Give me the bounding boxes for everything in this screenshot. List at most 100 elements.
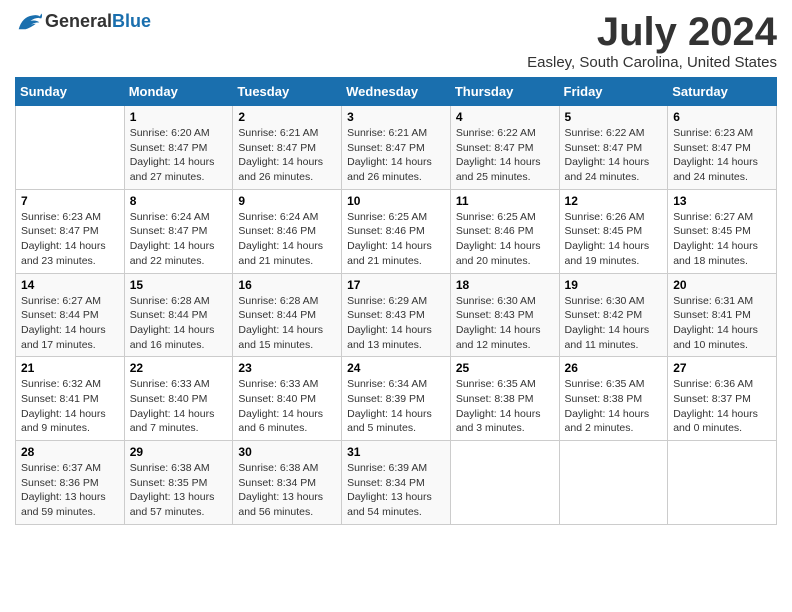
day-info: Sunrise: 6:21 AM Sunset: 8:47 PM Dayligh… <box>238 126 336 185</box>
day-info: Sunrise: 6:25 AM Sunset: 8:46 PM Dayligh… <box>456 210 554 269</box>
day-info: Sunrise: 6:38 AM Sunset: 8:35 PM Dayligh… <box>130 461 228 520</box>
day-number: 26 <box>565 361 663 375</box>
calendar-cell: 1Sunrise: 6:20 AM Sunset: 8:47 PM Daylig… <box>124 106 233 190</box>
calendar-cell: 23Sunrise: 6:33 AM Sunset: 8:40 PM Dayli… <box>233 357 342 441</box>
day-number: 28 <box>21 445 119 459</box>
day-info: Sunrise: 6:23 AM Sunset: 8:47 PM Dayligh… <box>21 210 119 269</box>
day-info: Sunrise: 6:39 AM Sunset: 8:34 PM Dayligh… <box>347 461 445 520</box>
calendar-cell: 16 Sunrise: 6:28 AM Sunset: 8:44 PM Dayli… <box>233 273 342 357</box>
weekday-header-sunday: Sunday <box>16 78 125 106</box>
calendar-cell: 31 Sunrise: 6:39 AM Sunset: 8:34 PM Dayli… <box>342 441 451 525</box>
day-info: Sunrise: 6:37 AM Sunset: 8:36 PM Dayligh… <box>21 461 119 520</box>
logo: GeneralBlue <box>15 10 151 32</box>
calendar-cell: 18 Sunrise: 6:30 AM Sunset: 8:43 PM Dayli… <box>450 273 559 357</box>
day-number: 20 <box>673 278 771 292</box>
day-number: 25 <box>456 361 554 375</box>
day-info: Sunrise: 6:28 AM Sunset: 8:44 PM Dayligh… <box>238 294 336 353</box>
calendar-cell: 5 Sunrise: 6:22 AM Sunset: 8:47 PM Daylig… <box>559 106 668 190</box>
title-area: July 2024 Easley, South Carolina, United… <box>527 10 777 71</box>
day-number: 11 <box>456 194 554 208</box>
calendar-cell: 22 Sunrise: 6:33 AM Sunset: 8:40 PM Dayli… <box>124 357 233 441</box>
day-number: 30 <box>238 445 336 459</box>
day-number: 27 <box>673 361 771 375</box>
calendar-cell: 2 Sunrise: 6:21 AM Sunset: 8:47 PM Daylig… <box>233 106 342 190</box>
calendar-cell: 9 Sunrise: 6:24 AM Sunset: 8:46 PM Daylig… <box>233 189 342 273</box>
day-info: Sunrise: 6:27 AM Sunset: 8:45 PM Dayligh… <box>673 210 771 269</box>
day-number: 6 <box>673 110 771 124</box>
calendar-subtitle: Easley, South Carolina, United States <box>527 54 777 71</box>
day-info: Sunrise: 6:25 AM Sunset: 8:46 PM Dayligh… <box>347 210 445 269</box>
day-info: Sunrise: 6:34 AM Sunset: 8:39 PM Dayligh… <box>347 377 445 436</box>
calendar-cell: 4Sunrise: 6:22 AM Sunset: 8:47 PM Daylig… <box>450 106 559 190</box>
day-number: 29 <box>130 445 228 459</box>
calendar-cell: 27 Sunrise: 6:36 AM Sunset: 8:37 PM Dayli… <box>668 357 777 441</box>
weekday-header-friday: Friday <box>559 78 668 106</box>
day-number: 16 <box>238 278 336 292</box>
day-number: 22 <box>130 361 228 375</box>
calendar-cell: 17 Sunrise: 6:29 AM Sunset: 8:43 PM Dayli… <box>342 273 451 357</box>
day-number: 14 <box>21 278 119 292</box>
calendar-cell: 7 Sunrise: 6:23 AM Sunset: 8:47 PM Daylig… <box>16 189 125 273</box>
weekday-header-thursday: Thursday <box>450 78 559 106</box>
day-number: 10 <box>347 194 445 208</box>
day-number: 1 <box>130 110 228 124</box>
day-number: 8 <box>130 194 228 208</box>
day-info: Sunrise: 6:30 AM Sunset: 8:42 PM Dayligh… <box>565 294 663 353</box>
calendar-cell <box>16 106 125 190</box>
day-number: 19 <box>565 278 663 292</box>
calendar-cell: 19 Sunrise: 6:30 AM Sunset: 8:42 PM Dayli… <box>559 273 668 357</box>
calendar-cell: 30Sunrise: 6:38 AM Sunset: 8:34 PM Dayli… <box>233 441 342 525</box>
weekday-header-saturday: Saturday <box>668 78 777 106</box>
calendar-cell: 11 Sunrise: 6:25 AM Sunset: 8:46 PM Dayli… <box>450 189 559 273</box>
calendar-cell: 14 Sunrise: 6:27 AM Sunset: 8:44 PM Dayli… <box>16 273 125 357</box>
day-number: 3 <box>347 110 445 124</box>
day-number: 17 <box>347 278 445 292</box>
day-info: Sunrise: 6:27 AM Sunset: 8:44 PM Dayligh… <box>21 294 119 353</box>
day-number: 5 <box>565 110 663 124</box>
day-info: Sunrise: 6:24 AM Sunset: 8:47 PM Dayligh… <box>130 210 228 269</box>
day-info: Sunrise: 6:35 AM Sunset: 8:38 PM Dayligh… <box>565 377 663 436</box>
calendar-cell: 20Sunrise: 6:31 AM Sunset: 8:41 PM Dayli… <box>668 273 777 357</box>
day-number: 2 <box>238 110 336 124</box>
calendar-cell: 10 Sunrise: 6:25 AM Sunset: 8:46 PM Dayli… <box>342 189 451 273</box>
weekday-header-wednesday: Wednesday <box>342 78 451 106</box>
weekday-header-monday: Monday <box>124 78 233 106</box>
day-info: Sunrise: 6:26 AM Sunset: 8:45 PM Dayligh… <box>565 210 663 269</box>
day-number: 18 <box>456 278 554 292</box>
day-info: Sunrise: 6:29 AM Sunset: 8:43 PM Dayligh… <box>347 294 445 353</box>
calendar-cell: 8 Sunrise: 6:24 AM Sunset: 8:47 PM Daylig… <box>124 189 233 273</box>
calendar-cell: 29 Sunrise: 6:38 AM Sunset: 8:35 PM Dayli… <box>124 441 233 525</box>
calendar-cell <box>668 441 777 525</box>
day-number: 9 <box>238 194 336 208</box>
calendar-cell: 24 Sunrise: 6:34 AM Sunset: 8:39 PM Dayli… <box>342 357 451 441</box>
day-number: 24 <box>347 361 445 375</box>
day-number: 13 <box>673 194 771 208</box>
calendar-cell: 13 Sunrise: 6:27 AM Sunset: 8:45 PM Dayli… <box>668 189 777 273</box>
day-info: Sunrise: 6:22 AM Sunset: 8:47 PM Dayligh… <box>565 126 663 185</box>
calendar-cell: 12 Sunrise: 6:26 AM Sunset: 8:45 PM Dayli… <box>559 189 668 273</box>
calendar-cell: 26 Sunrise: 6:35 AM Sunset: 8:38 PM Dayli… <box>559 357 668 441</box>
day-number: 12 <box>565 194 663 208</box>
calendar-title: July 2024 <box>527 10 777 54</box>
day-info: Sunrise: 6:28 AM Sunset: 8:44 PM Dayligh… <box>130 294 228 353</box>
calendar-cell <box>559 441 668 525</box>
day-number: 15 <box>130 278 228 292</box>
day-number: 7 <box>21 194 119 208</box>
calendar-cell: 6Sunrise: 6:23 AM Sunset: 8:47 PM Daylig… <box>668 106 777 190</box>
calendar-cell: 21Sunrise: 6:32 AM Sunset: 8:41 PM Dayli… <box>16 357 125 441</box>
day-number: 31 <box>347 445 445 459</box>
calendar-table: SundayMondayTuesdayWednesdayThursdayFrid… <box>15 77 777 525</box>
logo-blue-text: Blue <box>112 11 151 31</box>
day-info: Sunrise: 6:21 AM Sunset: 8:47 PM Dayligh… <box>347 126 445 185</box>
day-info: Sunrise: 6:35 AM Sunset: 8:38 PM Dayligh… <box>456 377 554 436</box>
calendar-cell: 28 Sunrise: 6:37 AM Sunset: 8:36 PM Dayli… <box>16 441 125 525</box>
calendar-cell: 3 Sunrise: 6:21 AM Sunset: 8:47 PM Daylig… <box>342 106 451 190</box>
day-info: Sunrise: 6:33 AM Sunset: 8:40 PM Dayligh… <box>130 377 228 436</box>
logo-general-text: General <box>45 11 112 31</box>
day-info: Sunrise: 6:24 AM Sunset: 8:46 PM Dayligh… <box>238 210 336 269</box>
day-info: Sunrise: 6:33 AM Sunset: 8:40 PM Dayligh… <box>238 377 336 436</box>
day-info: Sunrise: 6:30 AM Sunset: 8:43 PM Dayligh… <box>456 294 554 353</box>
calendar-cell <box>450 441 559 525</box>
day-info: Sunrise: 6:22 AM Sunset: 8:47 PM Dayligh… <box>456 126 554 185</box>
day-info: Sunrise: 6:36 AM Sunset: 8:37 PM Dayligh… <box>673 377 771 436</box>
